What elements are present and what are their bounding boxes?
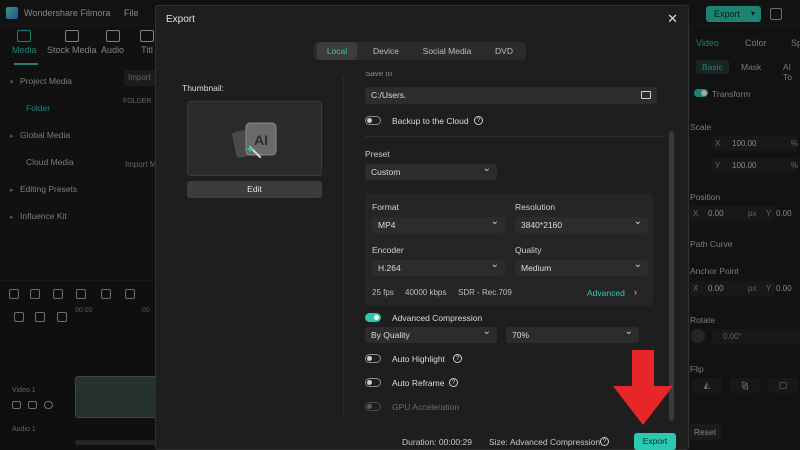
backup-cloud-toggle[interactable] <box>365 116 381 125</box>
red-arrow-icon <box>613 350 673 425</box>
encoder-select[interactable]: H.264 <box>372 257 505 276</box>
export-target-tabs: Local Device Social Media DVD <box>314 42 526 60</box>
tab-social-media[interactable]: Social Media <box>412 42 482 60</box>
tab-device[interactable]: Device <box>364 42 408 60</box>
auto-reframe-label: Auto Reframe <box>392 378 445 388</box>
gpu-acceleration-label: GPU Acceleration <box>392 402 460 412</box>
advanced-compression-toggle[interactable] <box>365 313 381 322</box>
advanced-compression-label: Advanced Compression <box>392 313 483 323</box>
fps-value: 25 fps <box>372 288 394 297</box>
quality-select[interactable]: Medium <box>515 257 648 276</box>
column-divider <box>343 76 344 416</box>
folder-icon[interactable] <box>641 91 651 99</box>
chevron-right-icon[interactable]: › <box>634 287 637 297</box>
format-label: Format <box>372 202 399 212</box>
compression-percent-select[interactable]: 70% <box>506 324 639 343</box>
preset-select[interactable]: Custom <box>365 161 497 180</box>
auto-highlight-label: Auto Highlight <box>392 354 445 364</box>
help-icon[interactable]: ? <box>453 354 462 363</box>
color-space-value: SDR - Rec.709 <box>458 288 512 297</box>
divider <box>365 136 665 137</box>
thumbnail-preview: AI <box>187 101 322 176</box>
close-icon[interactable]: ✕ <box>667 11 678 27</box>
export-parameters: Format MP4 Resolution 3840*2160 Encoder … <box>365 193 653 306</box>
thumbnail-edit-button[interactable]: Edit <box>187 181 322 198</box>
gpu-acceleration-toggle <box>365 402 381 411</box>
tab-local[interactable]: Local <box>317 42 357 60</box>
format-select[interactable]: MP4 <box>372 214 505 233</box>
export-button[interactable]: Export <box>634 433 676 450</box>
footer-duration: Duration: 00:00:29 <box>402 437 472 447</box>
thumbnail-ai-text: AI <box>254 132 268 148</box>
footer-size: Size: Advanced Compression <box>489 437 600 447</box>
compression-mode-select[interactable]: By Quality <box>365 324 497 343</box>
bitrate-value: 40000 kbps <box>405 288 447 297</box>
save-to-label: Save to <box>365 72 393 78</box>
dialog-title: Export <box>166 14 195 25</box>
auto-highlight-toggle[interactable] <box>365 354 381 363</box>
resolution-label: Resolution <box>515 202 556 212</box>
save-path-value: C:/Users. <box>371 90 407 100</box>
preset-label: Preset <box>365 149 390 159</box>
advanced-settings-link[interactable]: Advanced <box>587 288 625 298</box>
tab-dvd[interactable]: DVD <box>486 42 522 60</box>
help-icon[interactable]: ? <box>474 116 483 125</box>
duration-label: Duration: <box>402 437 437 447</box>
backup-cloud-label: Backup to the Cloud <box>392 116 469 126</box>
quality-label: Quality <box>515 245 542 255</box>
encoder-label: Encoder <box>372 245 404 255</box>
ai-thumbnail-icon: AI <box>232 122 277 158</box>
size-label: Size: <box>489 437 508 447</box>
thumbnail-label: Thumbnail: <box>182 83 225 93</box>
resolution-select[interactable]: 3840*2160 <box>515 214 648 233</box>
auto-reframe-toggle[interactable] <box>365 378 381 387</box>
size-value: Advanced Compression <box>509 437 601 447</box>
duration-value: 00:00:29 <box>438 437 472 447</box>
help-icon[interactable]: ? <box>449 378 458 387</box>
save-path-field[interactable]: C:/Users. <box>365 87 657 104</box>
export-dialog: Export ✕ Local Device Social Media DVD T… <box>155 5 689 450</box>
help-icon[interactable]: ? <box>600 437 609 446</box>
